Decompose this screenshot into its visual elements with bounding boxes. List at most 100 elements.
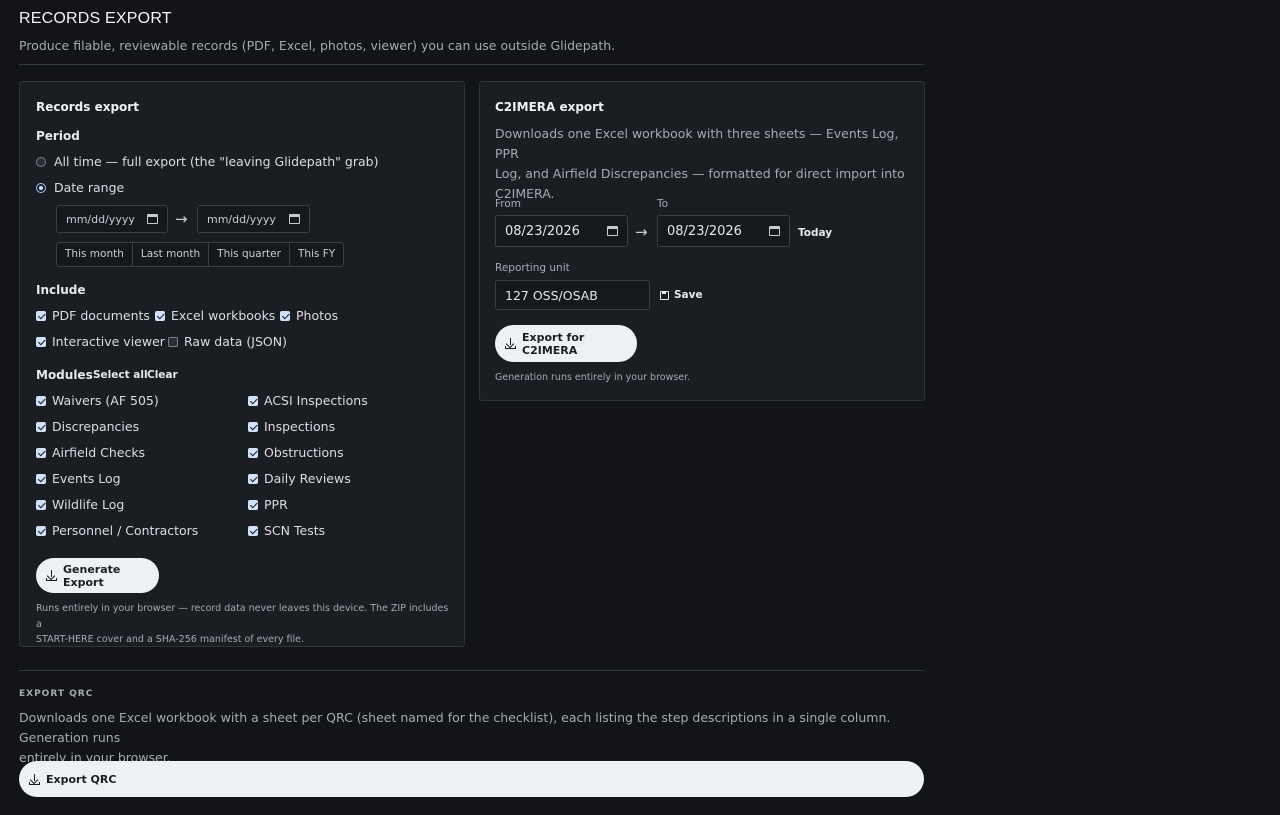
module-wildlife-log[interactable]: Wildlife Log	[36, 497, 124, 512]
modules-select-all-link[interactable]: Select all	[93, 369, 148, 381]
download-icon	[46, 570, 57, 581]
module-label: SCN Tests	[264, 523, 326, 538]
records-from-date-input[interactable]: mm/dd/yyyy	[56, 205, 168, 233]
export-qrc-label: Export QRC	[46, 772, 117, 786]
calendar-icon[interactable]	[769, 226, 780, 236]
include-viewer-label: Interactive viewer	[52, 334, 165, 349]
quick-range-group: This month Last month This quarter This …	[56, 242, 345, 267]
checkbox-raw-json[interactable]	[168, 336, 178, 347]
today-link[interactable]: Today	[798, 227, 832, 239]
page-subtitle: Produce filable, reviewable records (PDF…	[19, 38, 616, 53]
period-label: Period	[36, 129, 80, 143]
range-arrow-icon: →	[175, 210, 188, 228]
records-card-title: Records export	[36, 100, 139, 114]
calendar-icon[interactable]	[147, 214, 158, 224]
save-unit-button[interactable]: Save	[660, 289, 703, 301]
module-ppr[interactable]: PPR	[248, 497, 288, 512]
quick-range-last-month[interactable]: Last month	[133, 243, 210, 266]
period-option-label: All time — full export (the "leaving Gli…	[54, 154, 379, 169]
include-excel[interactable]: Excel workbooks	[155, 308, 275, 323]
period-option-label: Date range	[54, 180, 125, 195]
modules-clear-link[interactable]: Clear	[147, 369, 178, 381]
quick-range-this-fy[interactable]: This FY	[290, 243, 343, 266]
checkbox[interactable]	[248, 499, 258, 510]
module-waivers[interactable]: Waivers (AF 505)	[36, 393, 159, 408]
header-divider	[19, 64, 924, 65]
download-icon	[29, 773, 40, 785]
module-obstructions[interactable]: Obstructions	[248, 445, 344, 460]
qrc-divider	[19, 670, 924, 671]
include-excel-label: Excel workbooks	[171, 308, 276, 323]
checkbox[interactable]	[36, 525, 46, 536]
module-airfield-checks[interactable]: Airfield Checks	[36, 445, 145, 460]
note-line: Runs entirely in your browser — record d…	[36, 603, 449, 630]
checkbox[interactable]	[248, 421, 258, 432]
records-export-card: Records export Period All time — full ex…	[19, 81, 465, 647]
date-placeholder: mm/dd/yyyy	[207, 212, 276, 226]
checkbox-viewer[interactable]	[36, 336, 46, 347]
reporting-unit-label: Reporting unit	[495, 262, 570, 274]
page-title: RECORDS EXPORT	[19, 10, 172, 27]
module-daily-reviews[interactable]: Daily Reviews	[248, 471, 351, 486]
date-placeholder: mm/dd/yyyy	[66, 212, 135, 226]
checkbox-photos[interactable]	[280, 310, 290, 321]
period-option-all-time[interactable]: All time — full export (the "leaving Gli…	[36, 154, 378, 169]
radio-all-time[interactable]	[36, 156, 46, 167]
date-value: 08/23/2026	[505, 223, 580, 239]
from-label: From	[495, 198, 522, 210]
checkbox[interactable]	[36, 395, 46, 406]
module-inspections[interactable]: Inspections	[248, 419, 335, 434]
checkbox[interactable]	[36, 421, 46, 432]
checkbox[interactable]	[36, 499, 46, 510]
radio-date-range[interactable]	[36, 182, 46, 193]
include-pdf-label: PDF documents	[52, 308, 150, 323]
module-label: Waivers (AF 505)	[52, 393, 159, 408]
note-line: START-HERE cover and a SHA-256 manifest …	[36, 634, 304, 645]
records-to-date-input[interactable]: mm/dd/yyyy	[197, 205, 310, 233]
module-acsi-inspections[interactable]: ACSI Inspections	[248, 393, 368, 408]
checkbox[interactable]	[248, 447, 258, 458]
module-label: Wildlife Log	[52, 497, 125, 512]
checkbox[interactable]	[36, 473, 46, 484]
module-events-log[interactable]: Events Log	[36, 471, 121, 486]
calendar-icon[interactable]	[607, 226, 618, 236]
period-option-date-range[interactable]: Date range	[36, 180, 124, 195]
date-value: 08/23/2026	[667, 223, 742, 239]
module-label: ACSI Inspections	[264, 393, 368, 408]
c2imera-to-date-input[interactable]: 08/23/2026	[657, 215, 790, 247]
module-label: PPR	[264, 497, 288, 512]
module-label: Obstructions	[264, 445, 344, 460]
download-icon	[505, 338, 516, 349]
checkbox[interactable]	[248, 473, 258, 484]
export-c2imera-button[interactable]: Export for C2IMERA	[495, 325, 637, 362]
qrc-section-kicker: EXPORT QRC	[19, 689, 94, 699]
calendar-icon[interactable]	[289, 214, 300, 224]
reporting-unit-input[interactable]: 127 OSS/OSAB	[495, 280, 650, 310]
include-raw-json[interactable]: Raw data (JSON)	[168, 334, 287, 349]
module-label: Personnel / Contractors	[52, 523, 199, 538]
module-discrepancies[interactable]: Discrepancies	[36, 419, 139, 434]
desc-line: Log, and Airfield Discrepancies — format…	[495, 166, 905, 181]
checkbox-excel[interactable]	[155, 310, 165, 321]
quick-range-this-quarter[interactable]: This quarter	[209, 243, 290, 266]
export-c2imera-label: Export for C2IMERA	[522, 330, 585, 357]
checkbox-pdf[interactable]	[36, 310, 46, 321]
include-photos[interactable]: Photos	[280, 308, 338, 323]
export-qrc-button[interactable]: Export QRC	[19, 761, 924, 797]
include-pdf[interactable]: PDF documents	[36, 308, 150, 323]
module-label: Discrepancies	[52, 419, 140, 434]
c2imera-from-date-input[interactable]: 08/23/2026	[495, 215, 628, 247]
module-scn-tests[interactable]: SCN Tests	[248, 523, 325, 538]
include-viewer[interactable]: Interactive viewer	[36, 334, 165, 349]
module-label: Daily Reviews	[264, 471, 351, 486]
checkbox[interactable]	[248, 395, 258, 406]
c2imera-description: Downloads one Excel workbook with three …	[495, 124, 915, 204]
checkbox[interactable]	[36, 447, 46, 458]
save-label: Save	[674, 289, 703, 301]
checkbox[interactable]	[248, 525, 258, 536]
module-personnel[interactable]: Personnel / Contractors	[36, 523, 198, 538]
generate-export-button[interactable]: Generate Export	[36, 558, 159, 593]
quick-range-this-month[interactable]: This month	[57, 243, 133, 266]
module-label: Inspections	[264, 419, 336, 434]
include-photos-label: Photos	[296, 308, 339, 323]
